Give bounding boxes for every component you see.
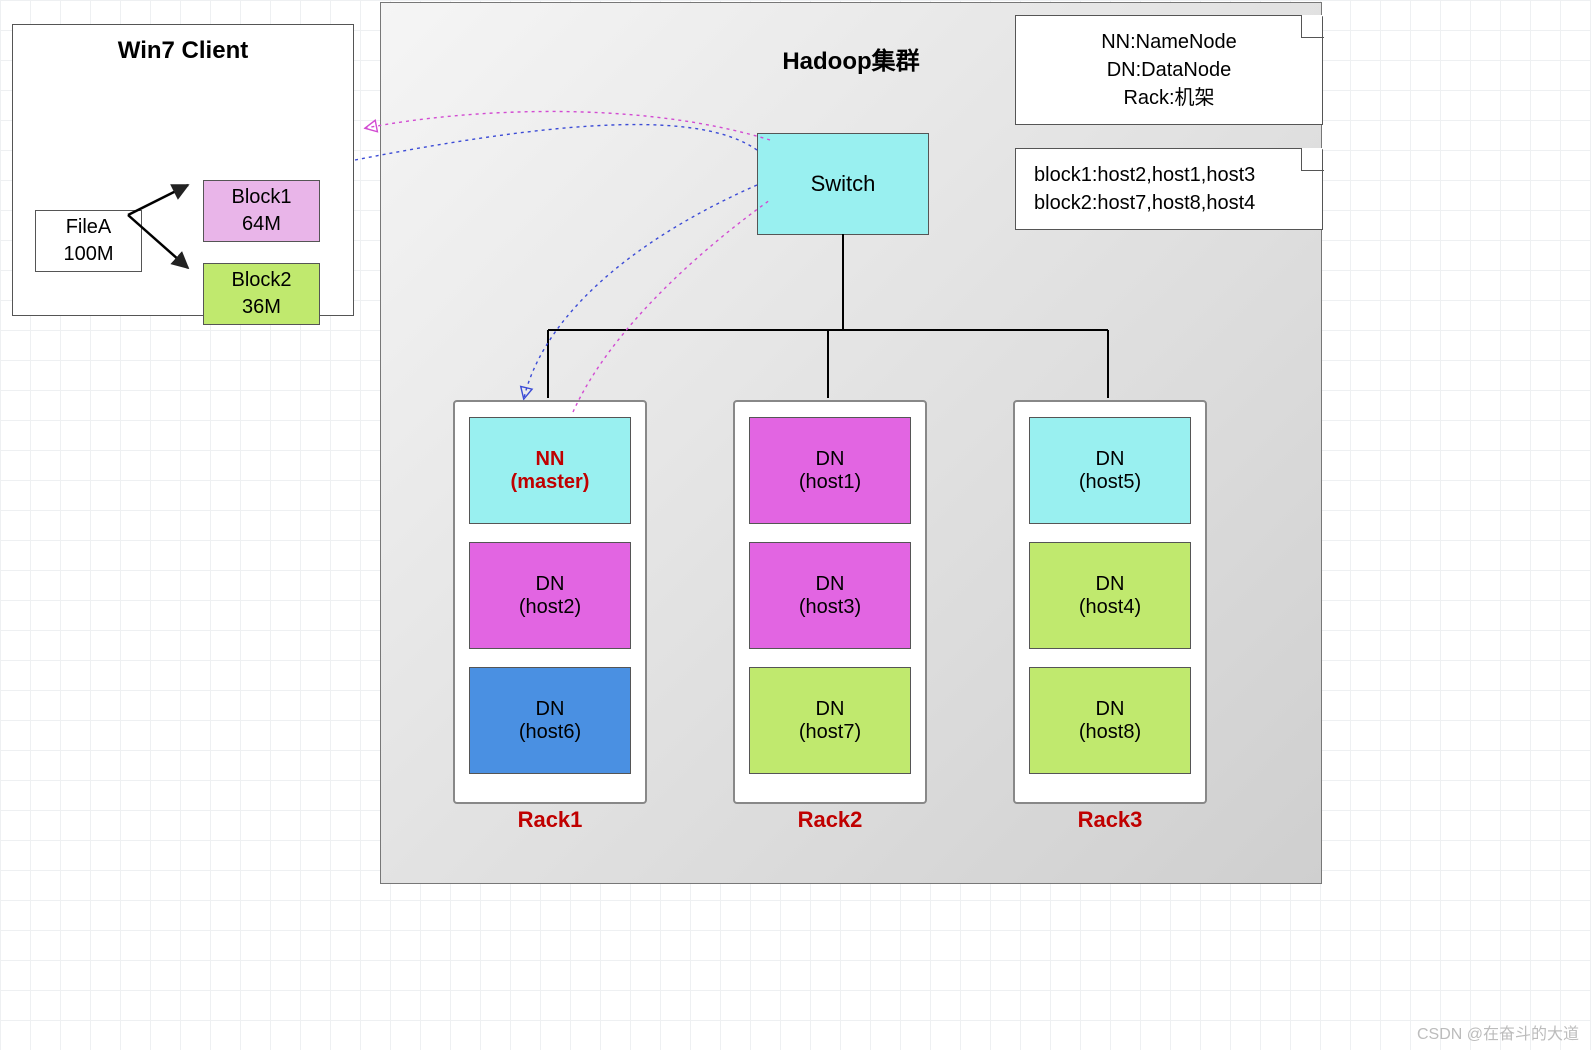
- rack1-node2-l1: DN: [536, 573, 565, 596]
- rack3: DN (host5) DN (host4) DN (host8) Rack3: [1013, 400, 1207, 804]
- rack2: DN (host1) DN (host3) DN (host7) Rack2: [733, 400, 927, 804]
- rack2-node2-l2: (host3): [799, 596, 861, 619]
- rack3-node2: DN (host4): [1029, 542, 1191, 649]
- block2-box: Block2 36M: [203, 263, 320, 325]
- rack1-node3: DN (host6): [469, 667, 631, 774]
- block1-box: Block1 64M: [203, 180, 320, 242]
- rack2-node1-l1: DN: [816, 448, 845, 471]
- rack3-label: Rack3: [1015, 807, 1205, 833]
- rack2-node3: DN (host7): [749, 667, 911, 774]
- client-panel: Win7 Client FileA 100M Block1 64M Block2…: [12, 24, 354, 316]
- watermark: CSDN @在奋斗的大道: [1417, 1020, 1579, 1044]
- legend-note: NN:NameNode DN:DataNode Rack:机架: [1015, 15, 1323, 125]
- block2-name: Block2: [231, 267, 291, 294]
- rack1-node1-l2: (master): [511, 471, 590, 494]
- rack1-node1-l1: NN: [536, 448, 565, 471]
- block1-name: Block1: [231, 184, 291, 211]
- block1-size: 64M: [242, 211, 281, 238]
- rack1-label: Rack1: [455, 807, 645, 833]
- mapping-note: block1:host2,host1,host3 block2:host7,ho…: [1015, 148, 1323, 230]
- rack2-node2-l1: DN: [816, 573, 845, 596]
- rack1: NN (master) DN (host2) DN (host6) Rack1: [453, 400, 647, 804]
- client-title: Win7 Client: [13, 35, 353, 67]
- mapping-line2: block2:host7,host8,host4: [1034, 189, 1304, 217]
- legend-line2: DN:DataNode: [1034, 56, 1304, 84]
- rack2-node1-l2: (host1): [799, 471, 861, 494]
- rack3-node2-l2: (host4): [1079, 596, 1141, 619]
- rack2-node1: DN (host1): [749, 417, 911, 524]
- rack1-node1: NN (master): [469, 417, 631, 524]
- rack2-node3-l1: DN: [816, 698, 845, 721]
- rack2-node3-l2: (host7): [799, 721, 861, 744]
- rack3-node3-l1: DN: [1096, 698, 1125, 721]
- rack1-node2-l2: (host2): [519, 596, 581, 619]
- rack3-node1-l2: (host5): [1079, 471, 1141, 494]
- rack1-node3-l1: DN: [536, 698, 565, 721]
- rack3-node3-l2: (host8): [1079, 721, 1141, 744]
- file-box: FileA 100M: [35, 210, 142, 272]
- block2-size: 36M: [242, 294, 281, 321]
- rack1-node2: DN (host2): [469, 542, 631, 649]
- rack3-node1-l1: DN: [1096, 448, 1125, 471]
- rack3-node1: DN (host5): [1029, 417, 1191, 524]
- switch-node: Switch: [757, 133, 929, 235]
- rack2-label: Rack2: [735, 807, 925, 833]
- rack3-node3: DN (host8): [1029, 667, 1191, 774]
- file-size: 100M: [63, 241, 113, 268]
- legend-line3: Rack:机架: [1034, 84, 1304, 112]
- legend-line1: NN:NameNode: [1034, 28, 1304, 56]
- rack3-node2-l1: DN: [1096, 573, 1125, 596]
- switch-label: Switch: [811, 169, 876, 199]
- file-name: FileA: [66, 214, 112, 241]
- mapping-line1: block1:host2,host1,host3: [1034, 161, 1304, 189]
- rack2-node2: DN (host3): [749, 542, 911, 649]
- rack1-node3-l2: (host6): [519, 721, 581, 744]
